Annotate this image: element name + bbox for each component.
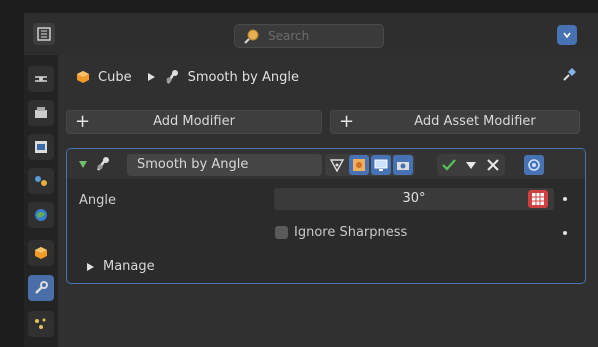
grid-icon	[532, 193, 544, 205]
manage-label: Manage	[103, 259, 155, 274]
chevron-down-icon	[563, 32, 571, 39]
tab-view-layer[interactable]	[28, 168, 54, 194]
modifier-menu-dropdown[interactable]	[461, 155, 481, 175]
pin-icon[interactable]	[560, 66, 578, 88]
angle-value: 30°	[402, 191, 426, 206]
keyframe-dot-icon[interactable]	[563, 197, 567, 201]
keyframe-dot-icon[interactable]	[563, 231, 567, 235]
search-icon	[243, 28, 261, 50]
on-cage-toggle[interactable]	[327, 155, 347, 175]
node-group-input-button[interactable]	[528, 190, 548, 208]
search-placeholder: Search	[268, 29, 310, 43]
ignore-sharpness-row[interactable]: Ignore Sharpness	[275, 225, 407, 240]
pin-to-last-icon	[528, 159, 540, 171]
checkmark-icon	[442, 159, 456, 171]
add-modifier-button[interactable]: + Add Modifier	[66, 110, 322, 134]
modifier-name-field[interactable]: Smooth by Angle	[127, 154, 322, 176]
plus-icon: +	[339, 111, 355, 132]
properties-editor: Search Cube Smooth by Angle + Add Modifi…	[0, 0, 598, 347]
tab-particles[interactable]	[28, 311, 54, 337]
render-toggle[interactable]	[393, 155, 413, 175]
output-icon	[35, 141, 47, 153]
render-icon	[35, 107, 47, 118]
angle-field[interactable]: 30°	[273, 187, 555, 211]
add-asset-modifier-button[interactable]: + Add Asset Modifier	[330, 110, 580, 134]
tab-object[interactable]	[28, 240, 54, 266]
caret-right-icon	[87, 262, 94, 271]
add-asset-modifier-label: Add Asset Modifier	[414, 114, 536, 129]
search-field[interactable]: Search	[234, 24, 384, 48]
modifier-header: Smooth by Angle	[67, 149, 585, 179]
header-bar: Search	[24, 13, 598, 55]
ignore-sharpness-checkbox[interactable]	[275, 226, 288, 239]
breadcrumb: Cube Smooth by Angle	[76, 67, 299, 87]
view-layer-icon	[35, 176, 47, 186]
remove-modifier-button[interactable]	[483, 155, 503, 175]
pin-to-last-toggle[interactable]	[524, 155, 544, 175]
tab-scene[interactable]	[28, 202, 54, 228]
tab-output[interactable]	[28, 134, 54, 160]
tab-render[interactable]	[28, 100, 54, 126]
breadcrumb-object: Cube	[98, 69, 132, 85]
tab-tool[interactable]	[28, 66, 54, 92]
tool-icon	[35, 76, 47, 82]
edit-mode-icon	[353, 159, 365, 171]
angle-label: Angle	[79, 193, 116, 208]
camera-icon	[397, 162, 409, 170]
modifier-type-icon	[96, 157, 109, 171]
apply-button[interactable]	[439, 155, 459, 175]
ignore-sharpness-label: Ignore Sharpness	[294, 225, 408, 240]
object-icon	[35, 247, 47, 259]
chevron-down-icon	[466, 162, 476, 169]
close-icon	[487, 159, 499, 171]
collapse-triangle-icon[interactable]	[78, 159, 88, 169]
modifier-actions	[437, 154, 505, 176]
modifier-icon	[166, 70, 178, 84]
particles-icon	[35, 318, 46, 329]
modifier-panel: Smooth by Angle Angle 30° Ignore Sharpne…	[66, 148, 586, 284]
scene-icon	[35, 209, 47, 221]
caret-right-icon	[147, 73, 155, 81]
properties-tab-strip	[24, 55, 58, 347]
modifier-properties-panel: Cube Smooth by Angle + Add Modifier + Ad…	[58, 55, 598, 347]
visibility-toggles	[325, 154, 415, 176]
breadcrumb-modifier: Smooth by Angle	[187, 69, 299, 85]
vertex-triangle-icon	[329, 159, 345, 173]
monitor-icon	[374, 159, 388, 171]
editor-type-icon[interactable]	[33, 23, 55, 45]
wrench-icon	[35, 281, 48, 294]
tab-modifiers[interactable]	[28, 275, 54, 301]
object-icon	[77, 71, 89, 83]
manage-subpanel-header[interactable]: Manage	[85, 259, 155, 274]
viewport-toggle[interactable]	[371, 155, 391, 175]
editor-menu-dropdown[interactable]	[557, 25, 577, 45]
add-modifier-label: Add Modifier	[153, 114, 235, 129]
edit-mode-toggle[interactable]	[349, 155, 369, 175]
